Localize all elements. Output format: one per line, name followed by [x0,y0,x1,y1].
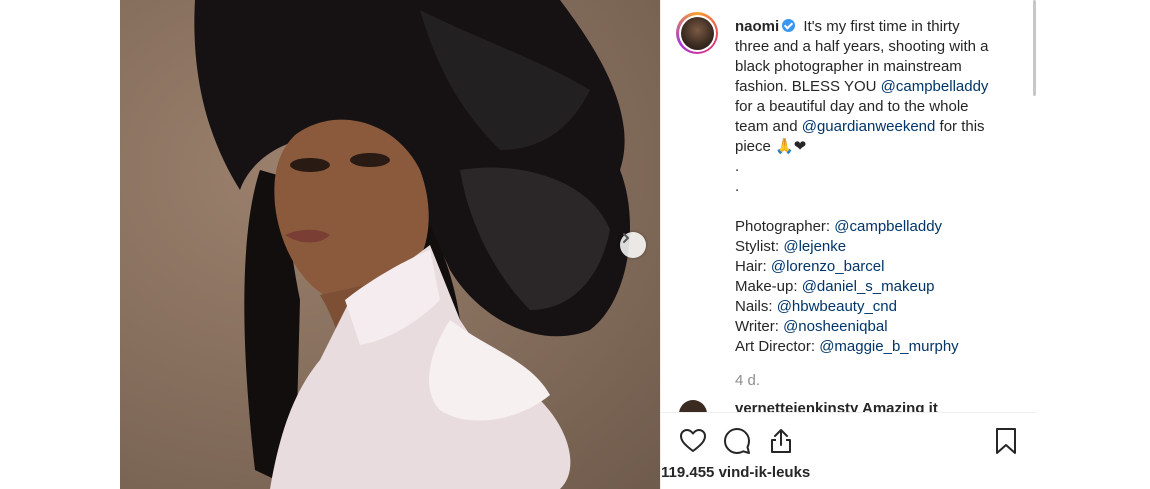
mention-link[interactable]: @campbelladdy [834,218,942,235]
chevron-right-icon [623,233,629,243]
credit-line: Writer: @nosheeniqbal [735,318,888,335]
post-frame: naomi It's my first time in thirty three… [120,0,1036,489]
mention-link[interactable]: @lejenke [783,238,846,255]
caption-line: . [735,158,740,175]
credit-line: Make-up: @daniel_s_makeup [735,278,935,295]
mention-link[interactable]: @hbwbeauty_cnd [777,298,897,315]
mention-link[interactable]: @nosheeniqbal [783,318,887,335]
caption-line: fashion. BLESS YOU @campbelladdy [735,78,989,95]
caption-line: three and a half years, shooting with a [735,38,989,55]
username-link[interactable]: naomi [735,18,779,35]
credit-line: Art Director: @maggie_b_murphy [735,338,959,355]
post-age[interactable]: 4 d. [735,372,760,389]
avatar[interactable] [676,12,718,54]
action-bar: 119.455 vind-ik-leuks [661,412,1036,489]
post-photo[interactable] [120,0,660,489]
credit-line: Stylist: @lejenke [735,238,847,255]
comment-item: vernettejenkinsty Amazing it [679,400,1036,412]
mention-link[interactable]: @maggie_b_murphy [819,338,958,355]
heart-icon[interactable] [679,427,707,455]
caption-line: . [735,178,740,195]
credit-line: Hair: @lorenzo_barcel [735,258,885,275]
verified-badge-icon [782,19,796,32]
post-caption: naomi It's my first time in thirty three… [735,17,1025,357]
mention-link[interactable]: @campbelladdy [881,78,989,95]
share-icon[interactable] [767,427,795,455]
next-photo-button[interactable] [620,232,646,258]
bookmark-icon[interactable] [992,427,1020,455]
caption-line: naomi It's my first time in thirty [735,18,960,35]
comments-area[interactable]: naomi It's my first time in thirty three… [661,0,1036,412]
caption-line: black photographer in mainstream [735,58,962,75]
caption-line: piece 🙏❤ [735,138,807,155]
credit-line: Photographer: @campbelladdy [735,218,943,235]
commenter-avatar[interactable] [679,400,707,412]
mention-link[interactable]: @guardianweekend [802,118,936,135]
credit-line: Nails: @hbwbeauty_cnd [735,298,897,315]
likes-count[interactable]: 119.455 vind-ik-leuks [661,464,810,481]
caption-line: for a beautiful day and to the whole [735,98,969,115]
comment-icon[interactable] [723,427,751,455]
mention-link[interactable]: @lorenzo_barcel [771,258,885,275]
caption-line: team and @guardianweekend for this [735,118,985,135]
avatar-image [680,16,714,50]
scrollbar[interactable] [1033,0,1036,96]
portrait-illustration [194,0,630,489]
mention-link[interactable]: @daniel_s_makeup [802,278,935,295]
commenter-username[interactable]: vernettejenkinsty Amazing it [735,400,938,412]
post-sidebar: naomi It's my first time in thirty three… [660,0,1036,489]
